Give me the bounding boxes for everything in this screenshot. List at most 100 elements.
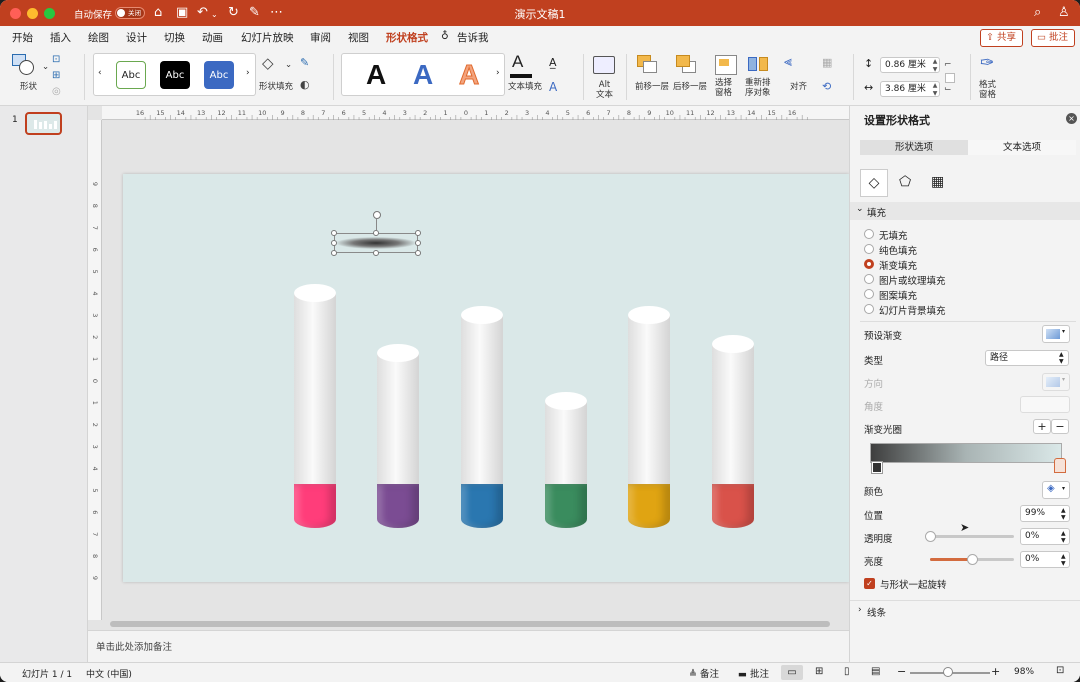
wordart-next-icon[interactable]: › xyxy=(496,68,500,78)
cylinder-5[interactable] xyxy=(628,305,670,537)
account-icon[interactable]: ♙ xyxy=(1058,5,1070,21)
resize-handle-n[interactable] xyxy=(373,230,379,236)
line-section-header[interactable]: › 线条 xyxy=(850,603,1080,620)
transparency-slider[interactable] xyxy=(925,531,1014,542)
slide-canvas[interactable] xyxy=(123,174,849,582)
zoom-window-button[interactable] xyxy=(44,8,55,19)
gradient-stop-2[interactable] xyxy=(1054,458,1066,473)
width-stepper[interactable]: ▲ ▼ xyxy=(931,82,939,100)
zoom-out-icon[interactable]: − xyxy=(897,665,906,678)
tab-transitions[interactable]: 切换 xyxy=(164,30,185,45)
resize-handle-se[interactable] xyxy=(415,250,421,256)
radio-slide-background-fill[interactable] xyxy=(864,304,874,314)
fit-slide-icon[interactable]: ⊡ xyxy=(1056,665,1064,676)
gallery-next-icon[interactable]: › xyxy=(246,68,250,78)
brightness-input[interactable]: 0% ▲ ▼ xyxy=(1020,551,1070,568)
shapes-dropdown-icon[interactable]: ⌄ xyxy=(42,62,49,72)
more-icon[interactable]: ⋯ xyxy=(270,5,283,21)
notes-area[interactable]: 单击此处添加备注 xyxy=(88,630,849,662)
transparency-input[interactable]: 0% ▲ ▼ xyxy=(1020,528,1070,545)
alt-text-icon[interactable] xyxy=(593,56,615,74)
undo-dropdown-icon[interactable]: ⌄ xyxy=(211,7,218,23)
cylinder-1[interactable] xyxy=(294,284,336,537)
minimize-window-button[interactable] xyxy=(27,8,38,19)
reading-view-icon[interactable]: ▯ xyxy=(844,666,850,677)
group-icon[interactable]: ▦ xyxy=(822,56,832,69)
brightness-slider[interactable] xyxy=(930,554,1014,565)
tab-shape-options[interactable]: 形状选项 xyxy=(860,140,968,155)
share-button[interactable]: ⇪ 共享 xyxy=(980,29,1023,47)
slideshow-icon[interactable]: ▤ xyxy=(871,666,880,677)
transparency-slider-thumb[interactable] xyxy=(925,531,936,542)
remove-stop-button[interactable]: − xyxy=(1051,419,1069,434)
slide-sorter-icon[interactable]: ⊞ xyxy=(815,666,823,677)
send-backward-button[interactable] xyxy=(676,55,698,75)
save-icon[interactable]: ▣ xyxy=(176,5,188,21)
tab-home[interactable]: 开始 xyxy=(12,30,33,45)
zoom-in-icon[interactable]: + xyxy=(991,665,1000,678)
tab-shape-format[interactable]: 形状格式 xyxy=(386,30,428,50)
horizontal-scrollbar[interactable] xyxy=(110,621,830,627)
text-effects-icon[interactable]: A xyxy=(549,80,557,94)
size-properties-category-icon[interactable]: ▦ xyxy=(931,174,944,190)
add-stop-button[interactable]: + xyxy=(1033,419,1051,434)
style-blue-swatch[interactable]: Abc xyxy=(204,61,234,89)
resize-handle-sw[interactable] xyxy=(331,250,337,256)
lock-aspect-icon[interactable]: ⌐ xyxy=(944,60,952,70)
radio-picture-fill[interactable] xyxy=(864,274,874,284)
autosave-toggle[interactable]: 关闭 xyxy=(115,7,145,19)
normal-view-icon[interactable]: ▭ xyxy=(781,665,803,680)
height-stepper[interactable]: ▲ ▼ xyxy=(931,58,939,76)
outline-pen-icon[interactable]: ✎ xyxy=(300,56,309,69)
selection-pane-button[interactable] xyxy=(715,55,737,75)
bring-forward-button[interactable] xyxy=(637,55,659,75)
rotate-icon[interactable]: ⟲ xyxy=(822,80,831,93)
rotate-with-shape-checkbox[interactable]: ✓ xyxy=(864,578,875,589)
gallery-prev-icon[interactable]: ‹ xyxy=(98,68,102,78)
color-picker-button[interactable]: ◈ ▾ xyxy=(1042,481,1070,499)
close-window-button[interactable] xyxy=(10,8,21,19)
resize-handle-nw[interactable] xyxy=(331,230,337,236)
brightness-slider-thumb[interactable] xyxy=(967,554,978,565)
tab-design[interactable]: 设计 xyxy=(126,30,147,45)
text-box-icon[interactable]: ⊞ xyxy=(52,70,60,81)
tab-view[interactable]: 视图 xyxy=(348,30,369,45)
gradient-bar[interactable] xyxy=(870,443,1062,463)
angle-input[interactable] xyxy=(1020,396,1070,413)
tell-me-search[interactable]: 告诉我 xyxy=(457,30,489,45)
edit-icon[interactable]: ✎ xyxy=(249,5,260,21)
tab-slideshow[interactable]: 幻灯片放映 xyxy=(241,30,294,45)
comments-toggle-button[interactable]: ▬ 批注 xyxy=(738,666,769,680)
tab-insert[interactable]: 插入 xyxy=(50,30,71,45)
fill-section-header[interactable]: ⌄ 填充 xyxy=(850,202,1080,220)
reorder-objects-button[interactable] xyxy=(748,55,770,75)
close-pane-icon[interactable]: × xyxy=(1066,113,1077,124)
format-pane-icon[interactable]: ✑ xyxy=(980,53,994,73)
wordart-orange[interactable]: A xyxy=(458,59,479,90)
notes-toggle-button[interactable]: ≜ 备注 xyxy=(689,666,719,680)
radio-pattern-fill[interactable] xyxy=(864,289,874,299)
tab-text-options[interactable]: 文本选项 xyxy=(968,140,1076,155)
preset-gradient-dropdown[interactable]: ▾ xyxy=(1042,325,1070,343)
type-select[interactable]: 路径 ▲ ▼ xyxy=(985,350,1069,366)
comments-button[interactable]: ▭ 批注 xyxy=(1031,29,1075,47)
resize-handle-w[interactable] xyxy=(331,240,337,246)
resize-handle-s[interactable] xyxy=(373,250,379,256)
search-icon[interactable]: ⌕ xyxy=(1034,5,1041,21)
lock-aspect-checkbox[interactable] xyxy=(945,73,955,83)
fill-dropdown-icon[interactable]: ⌄ xyxy=(285,60,292,70)
shapes-gallery-button[interactable] xyxy=(12,54,38,78)
home-icon[interactable]: ⌂ xyxy=(154,5,162,21)
radio-no-fill[interactable] xyxy=(864,229,874,239)
tab-animations[interactable]: 动画 xyxy=(202,30,223,45)
undo-icon[interactable]: ↶ xyxy=(197,5,208,21)
text-fill-icon[interactable]: A xyxy=(512,52,523,72)
merge-shapes-icon[interactable]: ◎ xyxy=(52,86,61,97)
redo-icon[interactable]: ↻ xyxy=(228,5,239,21)
effects-category-icon[interactable]: ⬠ xyxy=(899,174,911,190)
language-indicator[interactable]: 中文 (中国) xyxy=(86,667,132,680)
wordart-black[interactable]: A xyxy=(366,60,386,90)
radio-gradient-fill[interactable] xyxy=(864,259,874,269)
radio-solid-fill[interactable] xyxy=(864,244,874,254)
cylinder-3[interactable] xyxy=(461,305,503,537)
